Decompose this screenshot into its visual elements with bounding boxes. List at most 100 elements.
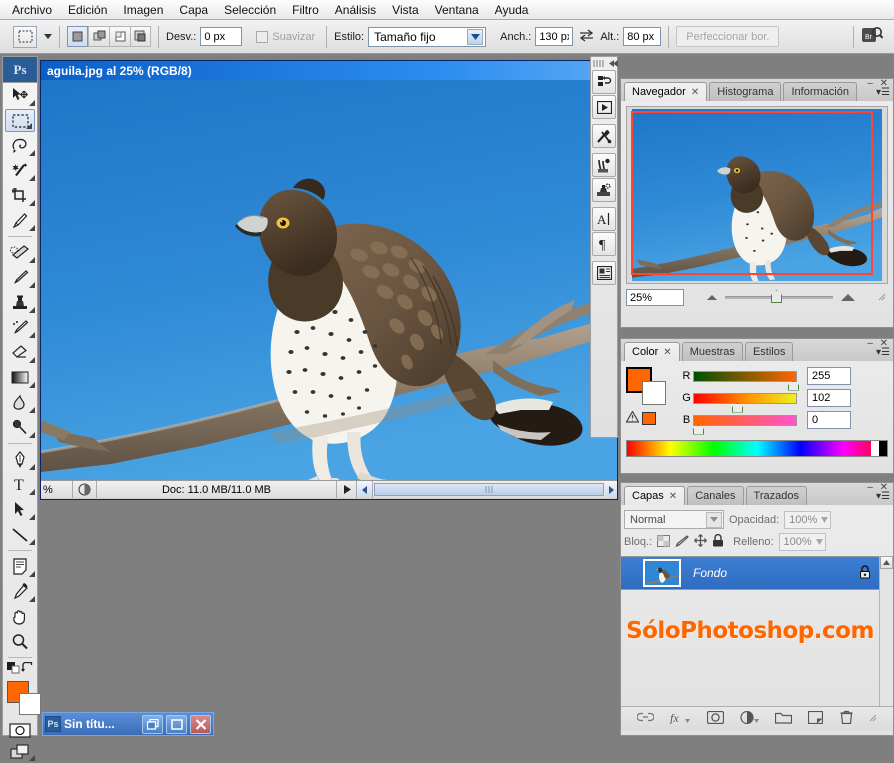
tab-canales[interactable]: Canales	[687, 486, 744, 505]
color-spectrum-ramp[interactable]	[626, 440, 888, 457]
background-color-swatch[interactable]	[19, 693, 41, 715]
marquee-icon[interactable]	[13, 25, 37, 48]
chevron-right-icon[interactable]	[821, 514, 829, 526]
line-tool[interactable]	[3, 522, 37, 547]
status-menu-icon[interactable]	[337, 481, 357, 498]
menu-imagen[interactable]: Imagen	[115, 1, 171, 19]
layer-thumbnail[interactable]	[643, 559, 681, 587]
red-slider-knob[interactable]	[788, 380, 799, 391]
feather-input[interactable]	[200, 27, 243, 46]
move-tool[interactable]	[3, 83, 37, 108]
image-canvas[interactable]	[41, 80, 617, 480]
tab-navegador[interactable]: Navegador ✕	[624, 82, 708, 101]
document-title-bar[interactable]: aguila.jpg al 25% (RGB/8)	[41, 61, 617, 80]
layers-vertical-scrollbar[interactable]	[879, 556, 893, 706]
actions-icon[interactable]	[592, 95, 616, 119]
panel-resize-grip[interactable]	[878, 292, 888, 304]
history-icon[interactable]	[592, 70, 616, 94]
swap-arrows-icon[interactable]	[579, 28, 594, 45]
swap-colors-icon[interactable]	[20, 661, 33, 676]
menu-ventana[interactable]: Ventana	[427, 1, 487, 19]
close-icon[interactable]: ✕	[663, 347, 671, 358]
healing-brush-tool[interactable]	[3, 240, 37, 265]
lock-all-icon[interactable]	[712, 533, 724, 550]
type-tool[interactable]: T	[3, 472, 37, 497]
horizontal-scrollbar[interactable]	[373, 483, 605, 496]
tab-color[interactable]: Color ✕	[624, 342, 680, 361]
crop-tool[interactable]	[3, 183, 37, 208]
zoom-slider[interactable]	[725, 290, 833, 303]
menu-capa[interactable]: Capa	[171, 1, 216, 19]
width-input[interactable]	[535, 27, 574, 46]
close-icon[interactable]	[190, 714, 211, 734]
new-layer-icon[interactable]	[808, 710, 824, 727]
clone-stamp-tool[interactable]	[3, 290, 37, 315]
background-color-swatch[interactable]	[642, 381, 666, 405]
tab-histograma[interactable]: Histograma	[709, 82, 782, 101]
opacity-input[interactable]: 100%	[784, 510, 832, 529]
brushes-icon[interactable]	[592, 153, 616, 177]
panel-resize-grip[interactable]	[869, 713, 877, 725]
new-selection-button[interactable]	[67, 26, 88, 47]
blur-tool[interactable]	[3, 390, 37, 415]
dodge-tool[interactable]	[3, 415, 37, 440]
small-mountain-icon[interactable]	[707, 295, 717, 300]
history-brush-tool[interactable]	[3, 315, 37, 340]
notes-tool[interactable]	[3, 554, 37, 579]
scrollbar-thumb[interactable]	[374, 483, 604, 496]
adjustment-layer-icon[interactable]	[740, 710, 759, 727]
fill-input[interactable]: 100%	[778, 533, 826, 551]
layer-name[interactable]: Fondo	[693, 566, 859, 580]
scroll-up-button[interactable]	[880, 556, 893, 569]
brush-tool[interactable]	[3, 265, 37, 290]
layer-mask-icon[interactable]	[706, 710, 724, 727]
padlock-icon[interactable]	[859, 564, 871, 582]
lock-transparent-pixels-icon[interactable]	[657, 534, 671, 550]
menu-ayuda[interactable]: Ayuda	[487, 1, 537, 19]
dock-grip[interactable]	[591, 58, 619, 68]
layer-comps-icon[interactable]	[592, 261, 616, 285]
menu-vista[interactable]: Vista	[384, 1, 426, 19]
magic-wand-tool[interactable]	[3, 158, 37, 183]
gradient-tool[interactable]	[3, 365, 37, 390]
blend-mode-select[interactable]: Normal	[624, 510, 724, 529]
close-icon[interactable]: ✕	[669, 491, 677, 502]
pen-tool[interactable]	[3, 447, 37, 472]
style-select[interactable]: Tamaño fijo	[368, 26, 487, 47]
bridge-icon[interactable]: Br	[861, 25, 884, 48]
gamut-substitute-swatch[interactable]	[642, 412, 656, 425]
hand-tool[interactable]	[3, 604, 37, 629]
eyedropper-tool[interactable]	[3, 579, 37, 604]
default-colors-icon[interactable]	[7, 661, 20, 677]
large-mountain-icon[interactable]	[841, 294, 855, 301]
new-group-icon[interactable]	[775, 711, 793, 727]
preview-options-icon[interactable]	[73, 481, 97, 498]
refine-edge-button[interactable]: Perfeccionar bor.	[676, 26, 780, 47]
tab-trazados[interactable]: Trazados	[745, 486, 807, 505]
menu-archivo[interactable]: Archivo	[4, 1, 60, 19]
green-slider[interactable]	[693, 392, 797, 413]
chevron-right-icon[interactable]	[815, 536, 823, 548]
out-of-gamut-warning-icon[interactable]	[625, 410, 640, 426]
green-value[interactable]: 102	[807, 389, 851, 407]
list-item[interactable]: Fondo	[621, 556, 893, 590]
zoom-tool[interactable]	[3, 629, 37, 654]
red-slider[interactable]	[693, 370, 799, 391]
close-icon[interactable]: ✕	[691, 87, 699, 98]
navigator-view-rectangle[interactable]	[631, 111, 873, 275]
link-layers-icon[interactable]	[636, 712, 655, 725]
blue-slider[interactable]	[693, 414, 797, 435]
lock-position-icon[interactable]	[694, 534, 708, 550]
menu-seleccion[interactable]: Selección	[216, 1, 284, 19]
screen-mode-icon[interactable]	[3, 741, 37, 763]
tab-capas[interactable]: Capas ✕	[624, 486, 686, 505]
rectangular-marquee-tool[interactable]	[5, 109, 35, 132]
height-input[interactable]	[623, 27, 662, 46]
navigator-zoom-input[interactable]: 25%	[626, 289, 684, 306]
maximize-icon[interactable]	[166, 714, 187, 734]
restore-icon[interactable]	[142, 714, 163, 734]
panel-menu-icon[interactable]: ▾☰	[876, 492, 890, 502]
panel-menu-icon[interactable]: ▾☰	[876, 348, 890, 358]
paragraph-icon[interactable]: ¶	[592, 232, 616, 256]
tab-estilos[interactable]: Estilos	[744, 342, 794, 361]
